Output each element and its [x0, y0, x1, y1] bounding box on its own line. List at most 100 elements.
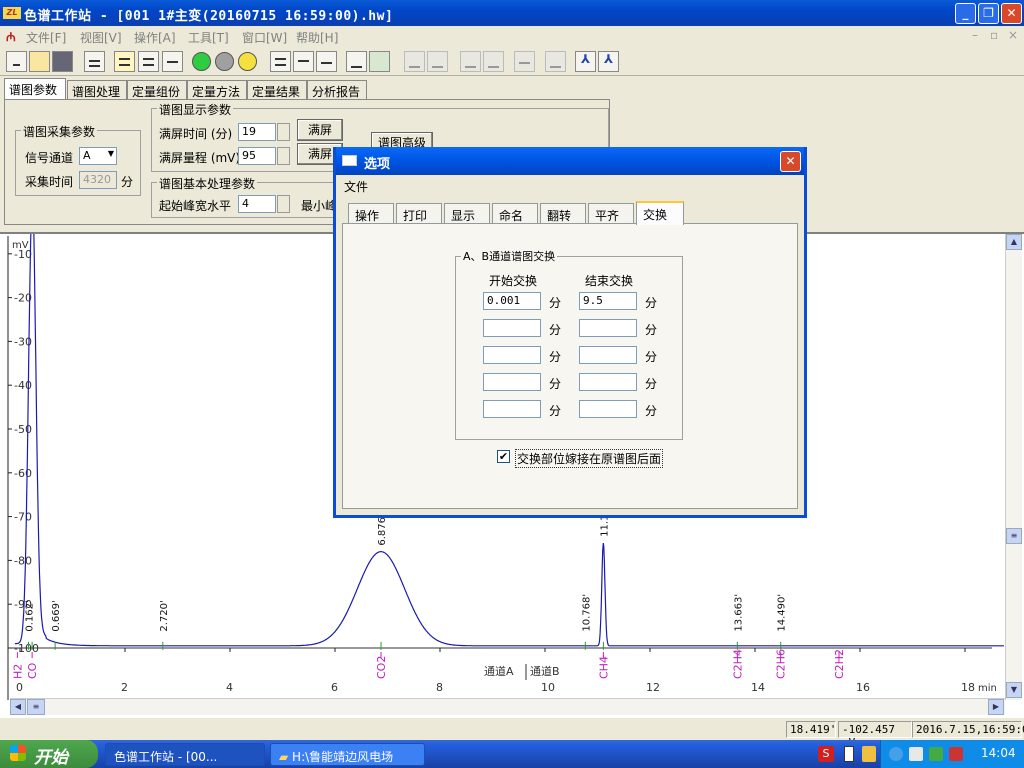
- close-button[interactable]: ✕: [1001, 3, 1022, 24]
- mdi-restore-icon[interactable]: ▫: [990, 28, 998, 42]
- report-icon[interactable]: [293, 51, 314, 72]
- fullscreen-time-spinner[interactable]: [277, 123, 290, 141]
- battery-icon[interactable]: [844, 746, 854, 762]
- tab-quant-result[interactable]: 定量结果: [247, 80, 307, 100]
- task-chromatography[interactable]: 色谱工作站 - [00...: [105, 743, 265, 766]
- dtab-flip[interactable]: 翻转: [540, 203, 586, 224]
- x-tick-label: 0: [16, 681, 23, 694]
- graft-checkbox[interactable]: ✔: [497, 450, 510, 463]
- menu-help[interactable]: 帮助[H]: [296, 29, 338, 46]
- menu-view[interactable]: 视图[V]: [80, 29, 122, 46]
- fullscreen-range-spinner[interactable]: [277, 147, 290, 165]
- fullscreen-time-button[interactable]: 满屏: [297, 119, 343, 141]
- mdi-app-icon[interactable]: ₼: [6, 28, 16, 45]
- scroll-left-icon[interactable]: ◀: [10, 699, 26, 715]
- grid-view-icon[interactable]: [162, 51, 183, 72]
- dtab-operate[interactable]: 操作: [348, 203, 394, 224]
- horizontal-scrollbar[interactable]: ◀ ≡ ▶: [10, 698, 1005, 715]
- dtab-print[interactable]: 打印: [396, 203, 442, 224]
- dialog-menu-file[interactable]: 文件: [344, 178, 368, 195]
- alert-icon[interactable]: [949, 747, 963, 761]
- channel-select[interactable]: A ▼: [79, 147, 117, 165]
- chevron-down-icon: ▼: [107, 149, 114, 158]
- dtab-display[interactable]: 显示: [444, 203, 490, 224]
- tab-analysis-report[interactable]: 分析报告: [307, 80, 367, 100]
- export-icon[interactable]: [346, 51, 367, 72]
- signal-yellow-icon[interactable]: [238, 52, 257, 71]
- person-b-icon[interactable]: ⅄: [598, 51, 619, 72]
- peak-label: 2.720': [159, 600, 170, 631]
- printer-icon[interactable]: [316, 51, 337, 72]
- exchange-start-input-1[interactable]: 0.001: [483, 292, 541, 310]
- minimize-button[interactable]: _: [955, 3, 976, 24]
- chart-tool-4-icon[interactable]: [483, 51, 504, 72]
- stop-gray-icon[interactable]: [215, 52, 234, 71]
- scroll-up-icon[interactable]: ▲: [1006, 234, 1022, 250]
- dtab-exchange[interactable]: 交换: [636, 201, 684, 225]
- vertical-scrollbar[interactable]: ▲ ≡ ▼: [1005, 234, 1022, 700]
- exchange-start-input-3[interactable]: [483, 346, 541, 364]
- exchange-end-input-2[interactable]: [579, 319, 637, 337]
- print-setup-icon[interactable]: [84, 51, 105, 72]
- volume-icon[interactable]: [909, 747, 923, 761]
- peak-label: 0.162': [25, 600, 36, 631]
- security-icon[interactable]: [929, 747, 943, 761]
- exchange-start-input-5[interactable]: [483, 400, 541, 418]
- dtab-align[interactable]: 平齐: [588, 203, 634, 224]
- calculator-icon[interactable]: [270, 51, 291, 72]
- tab-quant-components[interactable]: 定量组份: [127, 80, 187, 100]
- status-time: 18.419': [786, 721, 836, 738]
- tab-quant-method[interactable]: 定量方法: [187, 80, 247, 100]
- start-green-icon[interactable]: [192, 52, 211, 71]
- start-width-spinner[interactable]: [277, 195, 290, 213]
- component-label: CO: [26, 662, 39, 679]
- scroll-down-icon[interactable]: ▼: [1006, 682, 1022, 698]
- hscroll-thumb[interactable]: ≡: [27, 699, 45, 715]
- table-grid-icon[interactable]: [138, 51, 159, 72]
- save-disk-icon[interactable]: [52, 51, 73, 72]
- fullscreen-time-input[interactable]: 19: [238, 123, 276, 141]
- import-icon[interactable]: [369, 51, 390, 72]
- start-button[interactable]: 开始: [0, 740, 98, 768]
- scroll-thumb[interactable]: ≡: [1006, 528, 1022, 544]
- chart-tool-2-icon[interactable]: [427, 51, 448, 72]
- fullscreen-range-input[interactable]: 95: [238, 147, 276, 165]
- exchange-start-input-4[interactable]: [483, 373, 541, 391]
- col-end-label: 结束交换: [585, 274, 634, 288]
- acq-time-input[interactable]: 4320: [79, 171, 117, 189]
- tree-list-icon[interactable]: [114, 51, 135, 72]
- dtab-naming[interactable]: 命名: [492, 203, 538, 224]
- ime-s-icon[interactable]: S: [818, 746, 834, 762]
- menu-window[interactable]: 窗口[W]: [242, 29, 287, 46]
- main-tabs: 谱图参数 谱图处理 定量组份 定量方法 定量结果 分析报告: [4, 78, 608, 100]
- pencil-icon[interactable]: [862, 746, 876, 762]
- menu-tools[interactable]: 工具[T]: [188, 29, 229, 46]
- exchange-end-input-3[interactable]: [579, 346, 637, 364]
- dialog-close-button[interactable]: ✕: [780, 151, 801, 172]
- open-folder-icon[interactable]: [29, 51, 50, 72]
- exchange-start-input-2[interactable]: [483, 319, 541, 337]
- exchange-panel: A、B通道谱图交换 开始交换 结束交换 0.001 分 9.5 分分分分分分分分分 ✔…: [342, 223, 798, 509]
- chart-tool-1-icon[interactable]: [404, 51, 425, 72]
- start-width-input[interactable]: 4: [238, 195, 276, 213]
- chart-tool-5-icon[interactable]: [514, 51, 535, 72]
- restore-button[interactable]: ❐: [978, 3, 999, 24]
- mdi-minimize-icon[interactable]: –: [972, 28, 978, 42]
- task-folder[interactable]: ▰ H:\鲁能靖边风电场: [270, 743, 425, 766]
- graft-checkbox-label[interactable]: 交换部位嫁接在原谱图后面: [515, 449, 664, 468]
- tab-chart-process[interactable]: 谱图处理: [67, 80, 127, 100]
- chart-tool-6-icon[interactable]: [545, 51, 566, 72]
- exchange-end-input-1[interactable]: 9.5: [579, 292, 637, 310]
- exchange-end-input-5[interactable]: [579, 400, 637, 418]
- scroll-right-icon[interactable]: ▶: [988, 699, 1004, 715]
- person-a-icon[interactable]: ⅄: [575, 51, 596, 72]
- menu-operate[interactable]: 操作[A]: [134, 29, 176, 46]
- network-icon[interactable]: [889, 747, 903, 761]
- tab-chart-params[interactable]: 谱图参数: [4, 78, 66, 100]
- new-file-icon[interactable]: [6, 51, 27, 72]
- chart-tool-3-icon[interactable]: [460, 51, 481, 72]
- mdi-close-icon[interactable]: ×: [1008, 28, 1018, 42]
- exchange-end-input-4[interactable]: [579, 373, 637, 391]
- x-tick-label: 4: [226, 681, 233, 694]
- menu-file[interactable]: 文件[F]: [26, 29, 66, 46]
